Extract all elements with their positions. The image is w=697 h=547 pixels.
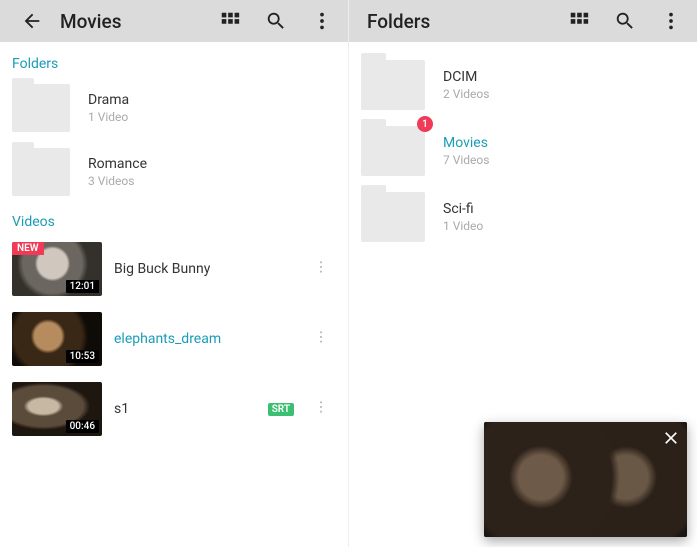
page-title: Folders xyxy=(363,10,551,33)
pip-video-frame xyxy=(484,422,687,537)
folder-sub: 7 Videos xyxy=(443,153,685,167)
video-row[interactable]: 00:46 s1 SRT xyxy=(0,374,348,444)
videos-section-title: Videos xyxy=(0,204,348,234)
video-duration: 10:53 xyxy=(66,350,99,363)
video-row[interactable]: NEW 12:01 Big Buck Bunny xyxy=(0,234,348,304)
grid-view-button[interactable] xyxy=(561,3,597,39)
folder-info: Movies 7 Videos xyxy=(443,135,685,167)
video-item-menu[interactable] xyxy=(306,259,336,279)
video-thumbnail: 00:46 xyxy=(12,382,102,436)
notification-badge: 1 xyxy=(417,116,433,132)
new-badge: NEW xyxy=(12,242,44,255)
video-title-wrap: s1 SRT xyxy=(114,401,294,417)
back-icon xyxy=(21,10,43,32)
folder-row[interactable]: Romance 3 Videos xyxy=(0,140,348,204)
folder-icon xyxy=(12,148,70,196)
video-title: elephants_dream xyxy=(114,331,294,347)
video-item-menu[interactable] xyxy=(306,329,336,349)
folder-info: Romance 3 Videos xyxy=(88,156,336,188)
folder-sub: 2 Videos xyxy=(443,87,685,101)
srt-badge: SRT xyxy=(268,403,294,416)
folders-header: Folders xyxy=(349,0,697,42)
folder-name: Drama xyxy=(88,92,336,108)
folder-row[interactable]: DCIM 2 Videos xyxy=(349,52,697,118)
video-title-wrap: Big Buck Bunny xyxy=(114,261,294,277)
folder-row[interactable]: Drama 1 Video xyxy=(0,76,348,140)
folder-name: Sci-fi xyxy=(443,201,685,217)
folder-thumb-wrap: 1 xyxy=(361,126,425,176)
folder-name: DCIM xyxy=(443,69,685,85)
video-title-wrap: elephants_dream xyxy=(114,331,294,347)
search-icon xyxy=(614,10,636,32)
page-title: Movies xyxy=(60,10,202,33)
search-button[interactable] xyxy=(258,3,294,39)
folder-sub: 3 Videos xyxy=(88,174,336,188)
video-title: Big Buck Bunny xyxy=(114,261,294,277)
folder-icon xyxy=(361,60,425,110)
folders-section-title: Folders xyxy=(0,42,348,76)
folder-icon xyxy=(361,192,425,242)
video-thumbnail: NEW 12:01 xyxy=(12,242,102,296)
folder-row[interactable]: 1 Movies 7 Videos xyxy=(349,118,697,184)
grid-icon xyxy=(568,10,590,32)
back-button[interactable] xyxy=(14,3,50,39)
folder-info: DCIM 2 Videos xyxy=(443,69,685,101)
more-vert-icon xyxy=(313,329,329,345)
more-button[interactable] xyxy=(304,3,340,39)
grid-view-button[interactable] xyxy=(212,3,248,39)
folder-name: Movies xyxy=(443,135,685,151)
movies-header: Movies xyxy=(0,0,348,42)
close-icon xyxy=(661,428,681,448)
search-icon xyxy=(265,10,287,32)
movies-body: Folders Drama 1 Video Romance 3 Videos V… xyxy=(0,42,348,547)
folder-info: Drama 1 Video xyxy=(88,92,336,124)
folder-sub: 1 Video xyxy=(88,110,336,124)
more-vert-icon xyxy=(311,10,333,32)
more-vert-icon xyxy=(313,259,329,275)
movies-panel: Movies Folders Drama 1 Video xyxy=(0,0,349,547)
more-vert-icon xyxy=(313,399,329,415)
more-button[interactable] xyxy=(653,3,689,39)
more-vert-icon xyxy=(660,10,682,32)
pip-close-button[interactable] xyxy=(661,428,681,452)
pip-player[interactable] xyxy=(484,422,687,537)
folder-icon xyxy=(361,126,425,176)
video-thumbnail: 10:53 xyxy=(12,312,102,366)
video-duration: 12:01 xyxy=(66,280,99,293)
folder-sub: 1 Video xyxy=(443,219,685,233)
video-row[interactable]: 10:53 elephants_dream xyxy=(0,304,348,374)
video-duration: 00:46 xyxy=(66,420,99,433)
video-item-menu[interactable] xyxy=(306,399,336,419)
folder-icon xyxy=(12,84,70,132)
folder-info: Sci-fi 1 Video xyxy=(443,201,685,233)
folder-row[interactable]: Sci-fi 1 Video xyxy=(349,184,697,250)
search-button[interactable] xyxy=(607,3,643,39)
video-title: s1 xyxy=(114,401,260,417)
grid-icon xyxy=(219,10,241,32)
folder-name: Romance xyxy=(88,156,336,172)
